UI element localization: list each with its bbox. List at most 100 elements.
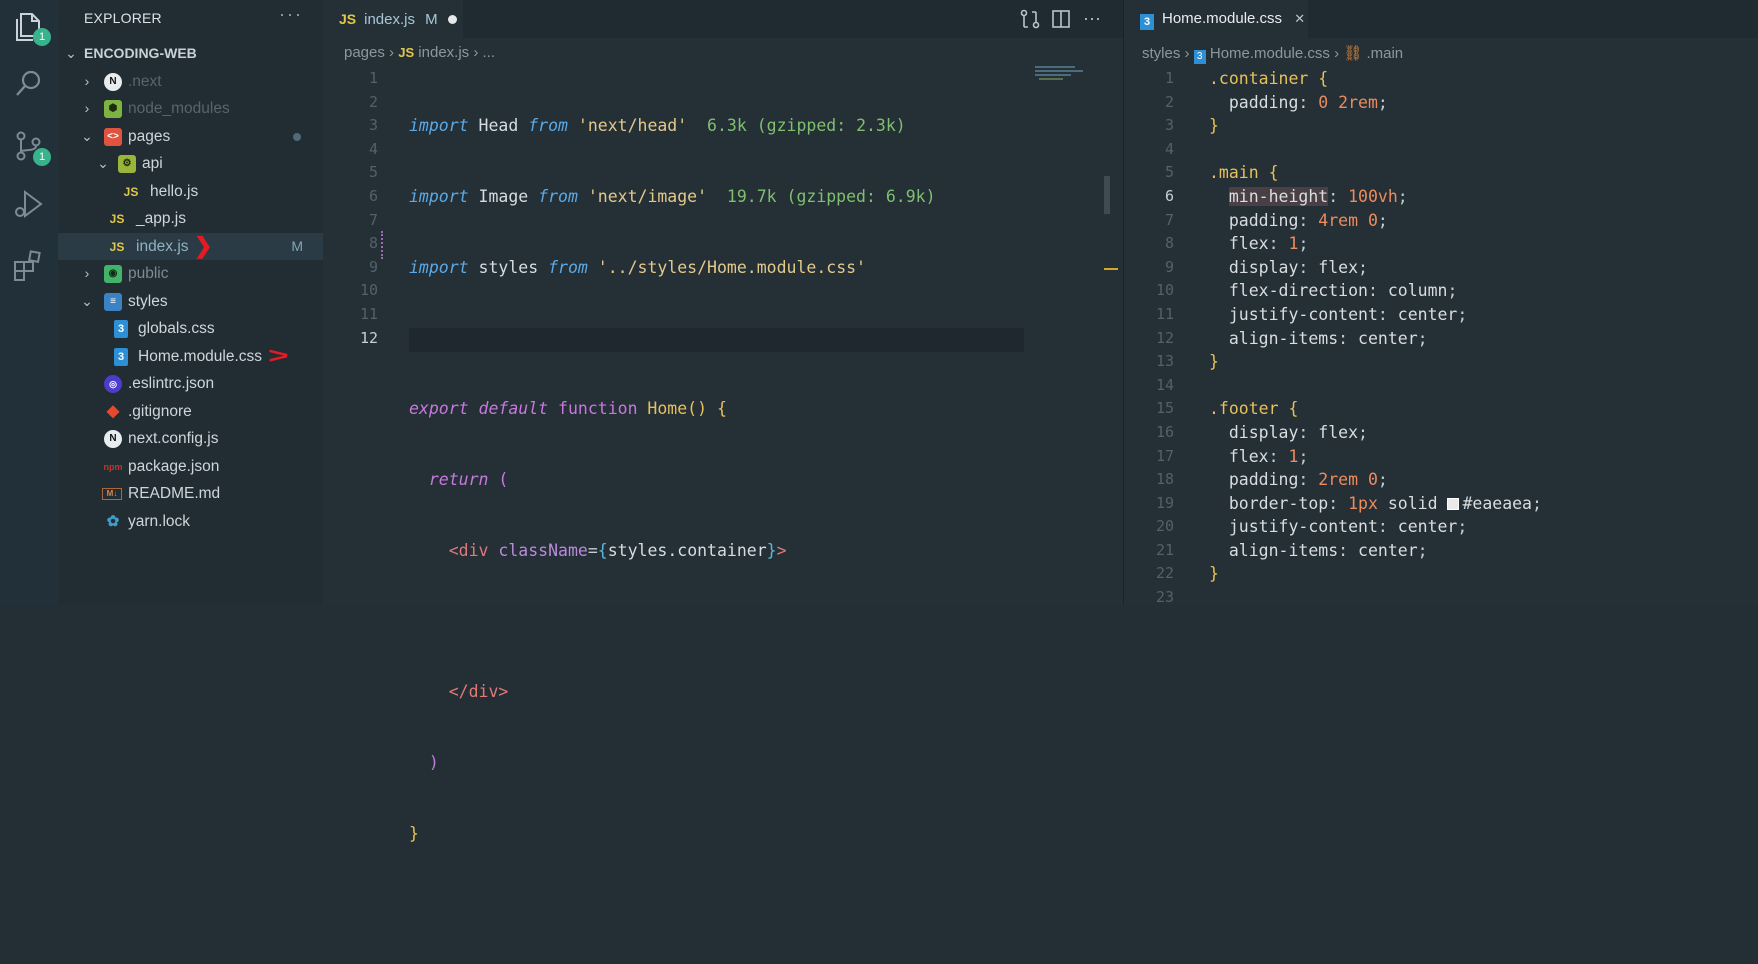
css-icon: 3 <box>114 320 128 338</box>
code-line: import Image from 'next/image' 19.7k (gz… <box>409 186 936 206</box>
tree-item-label: Home.module.css <box>138 348 263 365</box>
line-number: 2 <box>368 92 378 111</box>
tab-home-module-css[interactable]: 3 Home.module.css ✕ <box>1124 0 1308 38</box>
tree-item-next-config[interactable]: N next.config.js <box>58 425 323 452</box>
breadcrumb-file[interactable]: index.js <box>418 44 469 61</box>
explorer-icon[interactable]: 1 <box>11 8 51 46</box>
tree-item-node-modules[interactable]: › ⬢ node_modules <box>58 95 323 122</box>
tree-item-home-module-css[interactable]: 3 Home.module.css > <box>58 343 323 370</box>
minimap[interactable] <box>1035 64 1103 90</box>
close-icon[interactable]: ✕ <box>1294 11 1305 26</box>
tree-item-index-js[interactable]: JS index.js ❯ M <box>58 233 323 260</box>
line-number: 22 <box>1155 564 1174 583</box>
tab-index-js[interactable]: JS index.js M <box>323 0 463 38</box>
search-icon[interactable] <box>11 66 47 102</box>
annotation-arrow: > <box>268 343 289 368</box>
tree-item-gitignore[interactable]: ◆ .gitignore <box>58 398 323 425</box>
code-line: import Head from 'next/head' 6.3k (gzipp… <box>409 116 906 136</box>
code-line: </div> <box>448 682 509 702</box>
breadcrumb: styles › 3 Home.module.css › ⛓ .main <box>1142 44 1403 64</box>
tree-item-package-json[interactable]: npm package.json <box>58 453 323 480</box>
scrollbar-thumb[interactable] <box>1104 176 1110 214</box>
breadcrumb-folder[interactable]: styles <box>1142 45 1180 62</box>
more-actions-icon[interactable]: ··· <box>1083 8 1105 30</box>
tree-item-label: index.js <box>136 238 189 255</box>
color-swatch[interactable] <box>1447 497 1460 510</box>
tree-item-yarn-lock[interactable]: ✿ yarn.lock <box>58 508 323 535</box>
code-line: align-items: center; <box>1228 328 1428 348</box>
tree-item-label: node_modules <box>128 100 230 117</box>
code-line: justify-content: center; <box>1228 304 1468 324</box>
markdown-icon: M↓ <box>102 488 122 500</box>
code-line: display: flex; <box>1228 257 1368 277</box>
code-line: border-top: 1px solid #eaeaea; <box>1228 493 1542 513</box>
root-folder-label: ENCODING-WEB <box>84 45 197 61</box>
node-folder-icon: ⬢ <box>104 100 122 118</box>
explorer-title: EXPLORER <box>84 10 162 26</box>
code-line: export default function Home() { <box>409 399 727 419</box>
tree-item-label: styles <box>128 293 168 310</box>
chevron-right-icon: › <box>389 44 399 61</box>
line-number: 12 <box>359 328 378 347</box>
code-area[interactable]: import Head from 'next/head' 6.3k (gzipp… <box>409 67 936 964</box>
tree-item-hello-js[interactable]: JS hello.js <box>58 178 323 205</box>
more-actions-icon[interactable]: ··· <box>279 4 303 25</box>
code-line: align-items: center; <box>1228 540 1428 560</box>
code-line: } <box>1209 116 1219 136</box>
tree-item-pages[interactable]: ⌄ <> pages <box>58 123 323 150</box>
line-number: 20 <box>1155 517 1174 536</box>
code-line: } <box>409 824 419 843</box>
js-icon: JS <box>109 240 125 254</box>
tree-item-globals-css[interactable]: 3 globals.css <box>58 315 323 342</box>
tree-item-styles[interactable]: ⌄ ≡ styles <box>58 288 323 315</box>
code-line: } <box>1209 564 1219 584</box>
tab-modified: M <box>425 11 438 28</box>
js-icon: JS <box>109 212 125 226</box>
breadcrumb-symbol[interactable]: .main <box>1366 45 1403 62</box>
breadcrumb-file[interactable]: Home.module.css <box>1210 45 1330 62</box>
code-line: flex: 1; <box>1228 234 1309 254</box>
breadcrumb-rest[interactable]: ... <box>483 44 496 61</box>
chevron-down-icon: ⌄ <box>81 128 93 144</box>
root-folder[interactable]: ⌄ ENCODING-WEB <box>58 40 323 67</box>
css-icon: 3 <box>114 348 128 366</box>
code-line: min-height: 100vh; <box>1228 186 1408 206</box>
tree-item-api[interactable]: ⌄ ⚙ api <box>58 150 323 177</box>
explorer-sidebar: EXPLORER ··· ⌄ ENCODING-WEB › N .next › … <box>58 0 323 605</box>
tree-item-next[interactable]: › N .next <box>58 68 323 95</box>
tree-item-app-js[interactable]: JS _app.js <box>58 205 323 232</box>
code-line: justify-content: center; <box>1228 517 1468 537</box>
tree-item-readme[interactable]: M↓ README.md <box>58 480 323 507</box>
unsaved-dot-icon[interactable] <box>448 15 457 24</box>
tree-item-label: .gitignore <box>128 403 192 420</box>
tree-item-label: pages <box>128 128 171 145</box>
chevron-right-icon: › <box>473 44 483 61</box>
code-area[interactable]: .container { padding: 0 2rem;} .main { m… <box>1209 67 1542 610</box>
code-line: padding: 2rem 0; <box>1228 470 1388 490</box>
code-line: flex: 1; <box>1228 446 1309 466</box>
line-number: 7 <box>1164 210 1174 229</box>
run-debug-icon[interactable] <box>11 186 47 222</box>
breadcrumb-folder[interactable]: pages <box>344 44 385 61</box>
line-number: 5 <box>1164 163 1174 182</box>
line-number: 7 <box>368 210 378 229</box>
tree-item-label: public <box>128 265 169 282</box>
annotation-arrow: ❯ <box>194 233 213 258</box>
line-number: 4 <box>1164 139 1174 158</box>
line-number: 4 <box>368 139 378 158</box>
tree-item-public[interactable]: › ◉ public <box>58 260 323 287</box>
compare-changes-icon[interactable] <box>1019 8 1041 30</box>
source-control-icon[interactable]: 1 <box>11 128 51 166</box>
line-number: 5 <box>368 163 378 182</box>
split-editor-icon[interactable] <box>1050 8 1072 30</box>
tree-item-eslintrc[interactable]: ◎ .eslintrc.json <box>58 370 323 397</box>
activity-bar: 1 1 <box>0 0 58 605</box>
extensions-icon[interactable] <box>11 248 47 284</box>
code-line: display: flex; <box>1228 422 1368 442</box>
